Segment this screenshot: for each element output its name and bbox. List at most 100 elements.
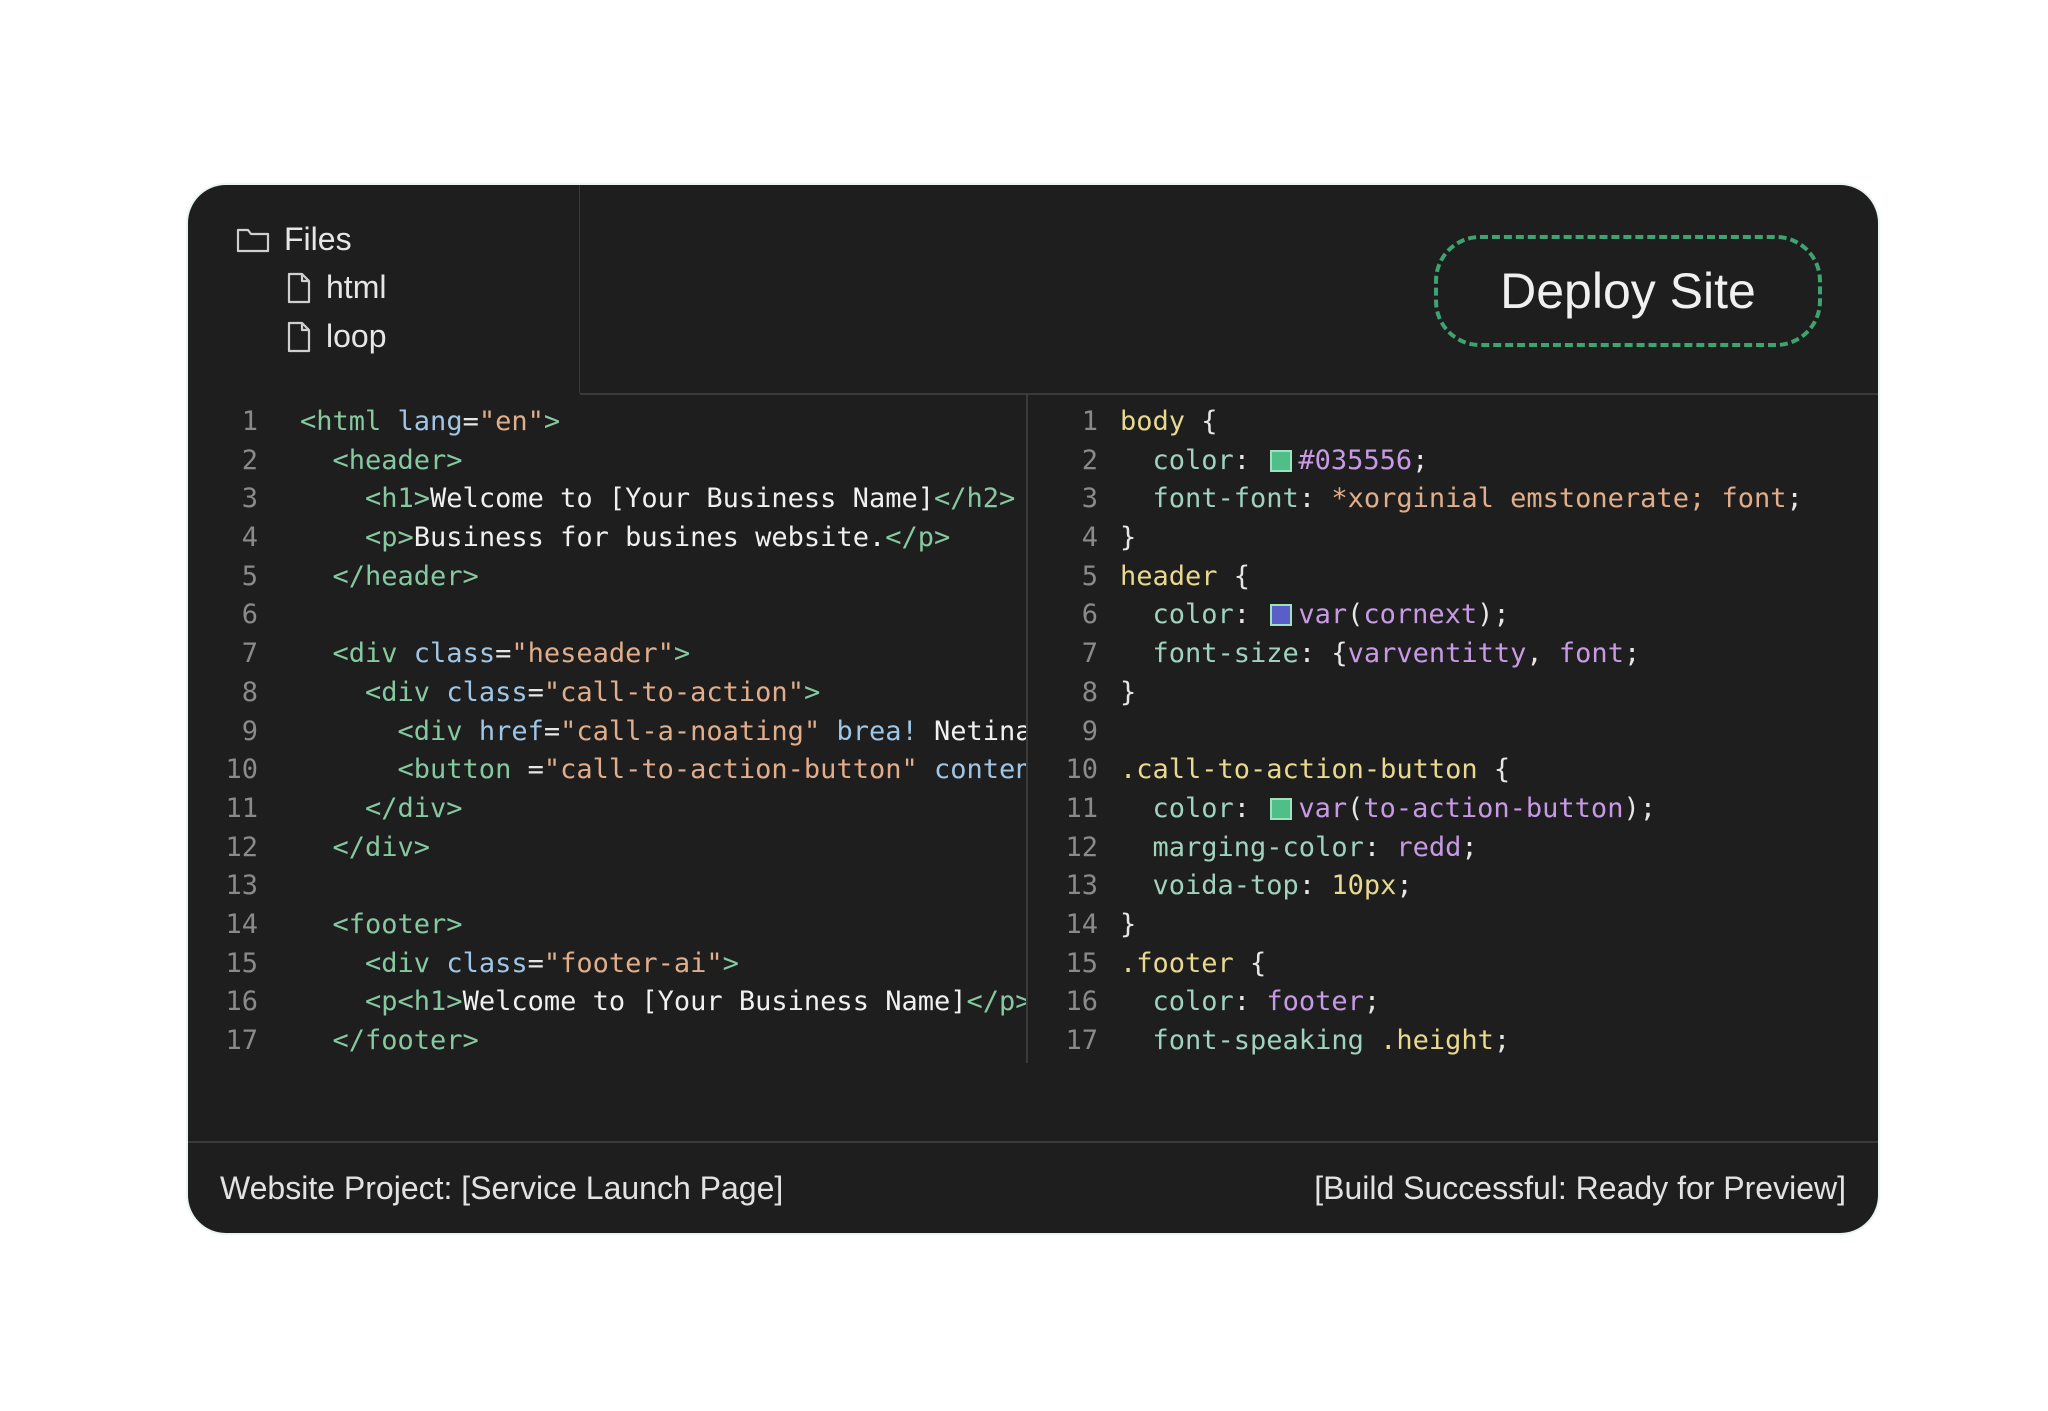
code-token: { [1233, 560, 1251, 592]
file-tree: Files html loop [188, 185, 580, 393]
html-code-line: 7 <div class="heseader"> [188, 635, 1026, 674]
code-token: > [722, 947, 739, 979]
code-token: </p> [966, 986, 1028, 1018]
code-token: *xorginial emstonerate; font [1331, 483, 1787, 515]
html-code-line: 1 <html lang="en"> [188, 403, 1026, 442]
code-text: .footer { [1120, 945, 1266, 984]
deploy-site-button[interactable]: Deploy Site [1434, 235, 1822, 347]
status-bar: Website Project: [Service Launch Page] [… [188, 1141, 1878, 1233]
line-number: 6 [241, 599, 258, 631]
code-text: marging-color: redd; [1120, 829, 1478, 868]
folder-icon [236, 228, 270, 252]
code-text: <footer> [300, 906, 463, 945]
code-token: .height [1380, 1025, 1494, 1056]
code-token: to-action-button [1363, 792, 1624, 824]
code-token: ; [1786, 483, 1803, 515]
code-token: var [1298, 792, 1348, 824]
code-token: { [1493, 754, 1511, 786]
tree-file-loop[interactable]: loop [286, 318, 387, 355]
css-code-line: 13 voida-top: 10px; [1028, 867, 1878, 906]
code-token: Welcome to [Your Business Name] [430, 483, 934, 515]
line-number: 7 [241, 638, 258, 670]
line-number: 17 [1065, 1025, 1098, 1056]
line-number: 12 [225, 831, 258, 863]
line-number: 10 [1065, 754, 1098, 786]
html-code-line: 18 </html> [188, 1061, 1026, 1063]
line-number: 4 [1081, 522, 1098, 554]
css-code-line: 7 font-size: {varventitty, font; [1028, 635, 1878, 674]
html-code-line: 16 <p<h1>Welcome to [Your Business Name]… [188, 983, 1026, 1022]
line-number: 14 [225, 908, 258, 940]
code-token: "call-to-action-button" [543, 754, 934, 786]
code-token: href [478, 715, 544, 747]
code-text: </html> [300, 1061, 414, 1063]
code-token: ; [1461, 831, 1478, 863]
tree-root-files[interactable]: Files [236, 221, 352, 258]
code-token: <button [300, 754, 528, 786]
code-token: header [1120, 560, 1234, 592]
code-text: } [1120, 519, 1136, 558]
line-number: 6 [1081, 599, 1098, 631]
html-code-line: 13 [188, 867, 1026, 906]
css-code-line: 6 color: var(cornext); [1028, 596, 1878, 635]
line-number: 10 [225, 754, 258, 786]
code-token: #035556 [1298, 444, 1413, 476]
code-token: = [527, 754, 544, 786]
code-text: </div> [300, 829, 431, 868]
file-icon [287, 321, 311, 352]
code-text: <div href="call-a-noating" brea! Netina [300, 713, 1028, 752]
code-token: color [1120, 986, 1234, 1018]
css-code-line: 15 .footer { [1028, 945, 1878, 984]
code-token: </div> [300, 792, 463, 824]
css-editor[interactable]: 1 body {2 color: #035556; 3 font-font: *xo… [1028, 393, 1878, 1063]
code-token: </header> [300, 560, 479, 592]
line-number: 1 [1081, 406, 1098, 437]
line-number: 3 [1081, 483, 1098, 515]
line-number: 8 [1081, 676, 1098, 708]
line-number: 8 [241, 676, 258, 708]
code-token: <p<h1> [300, 986, 463, 1018]
code-token: : [1233, 444, 1267, 476]
html-code-line: 11 </div> [188, 790, 1026, 829]
code-token: body [1120, 406, 1202, 437]
code-token: = [543, 715, 561, 747]
html-code-line: 17 </footer> [188, 1022, 1026, 1061]
code-text: body { [1120, 403, 1218, 442]
code-token: class [446, 676, 528, 708]
tree-file-html[interactable]: html [286, 269, 386, 306]
code-text: <header> [300, 442, 463, 481]
code-text: color: var(cornext); [1120, 596, 1510, 635]
html-code-line: 10 <button ="call-to-action-button" cont… [188, 751, 1026, 790]
code-token: > [673, 638, 691, 670]
color-swatch [1270, 449, 1293, 472]
code-text: font-font: *xorginial emstonerate; font; [1120, 480, 1803, 519]
html-editor[interactable]: 1 <html lang="en"> 2 <header> 3 <h1>Welcome… [188, 393, 1028, 1063]
code-token: </div> [300, 831, 431, 863]
html-code-line: 5 </header> [188, 558, 1026, 597]
code-token: Netina [934, 715, 1028, 747]
code-token: varventitty [1347, 638, 1527, 670]
code-token: { [1201, 406, 1218, 437]
code-token: <h1> [300, 483, 431, 515]
code-token: = [495, 638, 512, 670]
css-code-line: 5 header { [1028, 558, 1878, 597]
css-code-line: 9 [1028, 713, 1878, 752]
line-number: 16 [225, 986, 258, 1018]
code-token: ; [1412, 444, 1429, 476]
code-token: 10px [1331, 870, 1397, 902]
line-number: 5 [1081, 560, 1098, 592]
code-text: .call-to-action-button { [1120, 751, 1510, 790]
code-text: color: footer; [1120, 983, 1381, 1022]
code-token: </h2> [933, 483, 1016, 515]
html-code-lines: 1 <html lang="en"> 2 <header> 3 <h1>Welcome… [188, 403, 1026, 1063]
code-token: color [1120, 792, 1234, 824]
code-token: font-font [1120, 483, 1299, 515]
css-code-line: 17 font-speaking .height; [1028, 1022, 1878, 1061]
code-token: ; [1396, 870, 1413, 902]
css-code-line: 4} [1028, 519, 1878, 558]
code-text: <div class="footer-ai"> [300, 945, 739, 984]
line-number: 13 [225, 870, 258, 902]
html-code-line: 8 <div class="call-to-action"> [188, 674, 1026, 713]
code-token: : [1298, 483, 1332, 515]
code-text: } [1120, 906, 1136, 945]
